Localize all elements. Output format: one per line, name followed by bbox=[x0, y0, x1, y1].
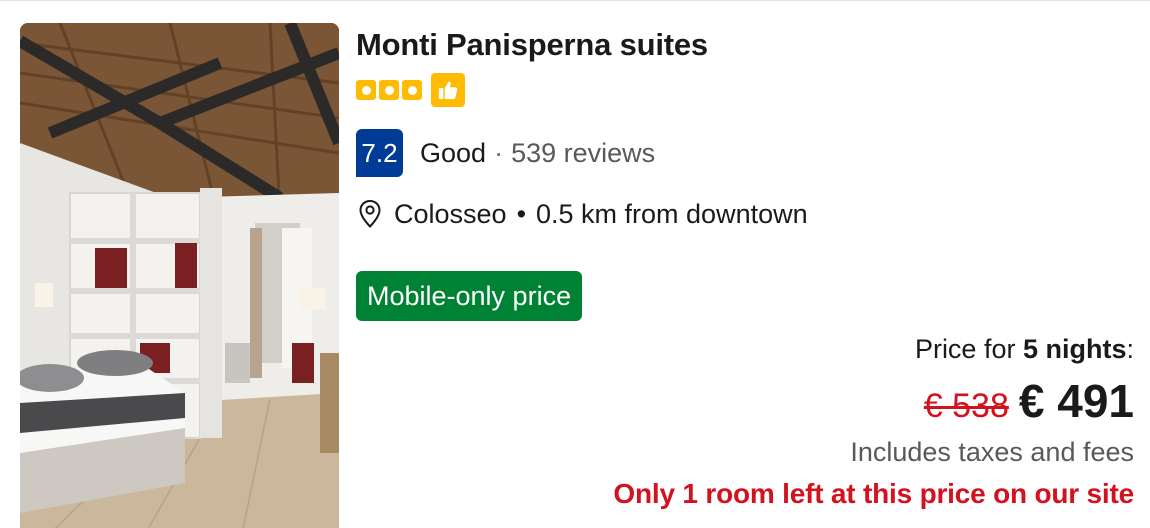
star-icon bbox=[379, 80, 399, 100]
star-icon bbox=[402, 80, 422, 100]
price-line: € 538 € 491 bbox=[613, 374, 1134, 428]
price-for-label: Price for 5 nights: bbox=[914, 334, 1134, 364]
property-info: Monti Panisperna suites 7.2 Good · 539 r… bbox=[356, 0, 1134, 528]
scarcity-message: Only 1 room left at this price on our si… bbox=[613, 478, 1134, 509]
separator: · bbox=[494, 137, 504, 168]
score-word: Good bbox=[420, 137, 487, 168]
score-badge: 7.2 bbox=[356, 129, 403, 177]
property-card[interactable]: Monti Panisperna suites 7.2 Good · 539 r… bbox=[0, 0, 1150, 528]
taxes-note: Includes taxes and fees bbox=[850, 437, 1134, 467]
review-score[interactable]: 7.2 Good · 539 reviews bbox=[356, 129, 655, 177]
current-price: € 491 bbox=[1018, 375, 1134, 427]
mobile-only-price-badge: Mobile-only price bbox=[356, 271, 583, 321]
map-pin-icon bbox=[358, 198, 382, 230]
star-icon bbox=[356, 80, 376, 100]
price-block: Price for 5 nights: € 538 € 491 Includes… bbox=[613, 330, 1134, 512]
distance-from-center: 0.5 km from downtown bbox=[536, 198, 808, 229]
star-rating bbox=[356, 73, 465, 107]
thumbs-up-icon[interactable] bbox=[431, 73, 465, 107]
hotel-name-link[interactable]: Monti Panisperna suites bbox=[356, 27, 708, 63]
separator: • bbox=[516, 198, 527, 229]
property-photo[interactable] bbox=[20, 23, 339, 528]
original-price: € 538 bbox=[923, 387, 1009, 425]
nights-count: 5 nights bbox=[1022, 334, 1127, 364]
review-count: 539 reviews bbox=[511, 137, 656, 168]
location-area: Colosseo bbox=[394, 198, 507, 229]
location[interactable]: Colosseo • 0.5 km from downtown bbox=[358, 198, 808, 230]
